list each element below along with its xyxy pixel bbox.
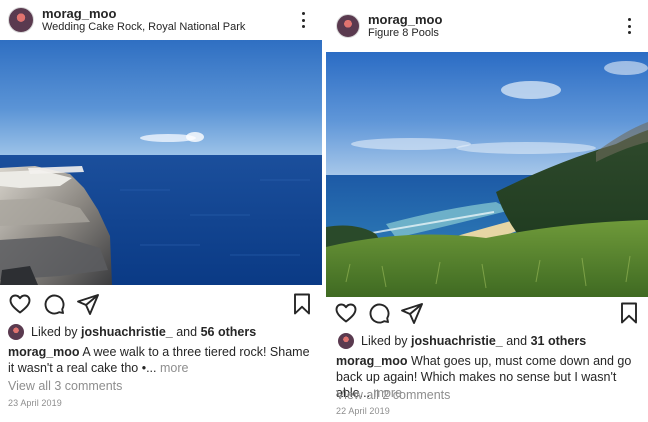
heart-icon[interactable] [8,292,32,316]
avatar[interactable] [8,7,34,33]
likes-count[interactable]: 31 others [531,334,587,348]
post-photo[interactable] [0,40,322,285]
caption: morag_moo A wee walk to a three tiered r… [8,344,312,376]
liker-username[interactable]: joshuachristie_ [411,334,503,348]
view-comments-link[interactable]: View all 2 comments [336,388,450,402]
username[interactable]: morag_moo [368,12,442,28]
more-options-icon[interactable] [624,18,634,34]
username[interactable]: morag_moo [42,6,245,22]
comment-icon[interactable] [367,301,391,325]
caption-username[interactable]: morag_moo [336,354,408,368]
share-icon[interactable] [400,301,424,325]
post-card: morag_moo Wedding Cake Rock, Royal Natio… [0,0,322,422]
caption-username[interactable]: morag_moo [8,345,80,359]
action-bar [8,292,312,316]
post-date: 22 April 2019 [336,406,390,416]
post-date: 23 April 2019 [8,398,62,408]
likes-line: Liked by joshuachristie_ and 31 others [338,332,640,350]
figure-8-pools-coastline-photo [326,52,648,297]
heart-icon[interactable] [334,301,358,325]
bookmark-icon[interactable] [290,292,314,316]
caption-more-link[interactable]: more [160,361,188,375]
liker-username[interactable]: joshuachristie_ [81,325,173,339]
post-header: morag_moo Wedding Cake Rock, Royal Natio… [0,0,322,40]
location[interactable]: Figure 8 Pools [368,27,442,40]
likes-count[interactable]: 56 others [201,325,257,339]
avatar[interactable] [336,14,360,38]
liker-avatar [8,324,24,340]
view-comments-link[interactable]: View all 3 comments [8,379,122,393]
location[interactable]: Wedding Cake Rock, Royal National Park [42,21,245,34]
comment-icon[interactable] [42,292,66,316]
share-icon[interactable] [76,292,100,316]
liker-avatar [338,333,354,349]
bookmark-icon[interactable] [617,301,641,325]
more-options-icon[interactable] [298,12,308,28]
likes-line: Liked by joshuachristie_ and 56 others [8,323,314,341]
wedding-cake-rock-ocean-cliff-photo [0,40,322,285]
post-photo[interactable] [326,52,648,297]
post-card: morag_moo Figure 8 Pools Liked by joshua… [326,0,648,422]
post-header: morag_moo Figure 8 Pools [326,0,648,52]
action-bar [334,301,638,325]
